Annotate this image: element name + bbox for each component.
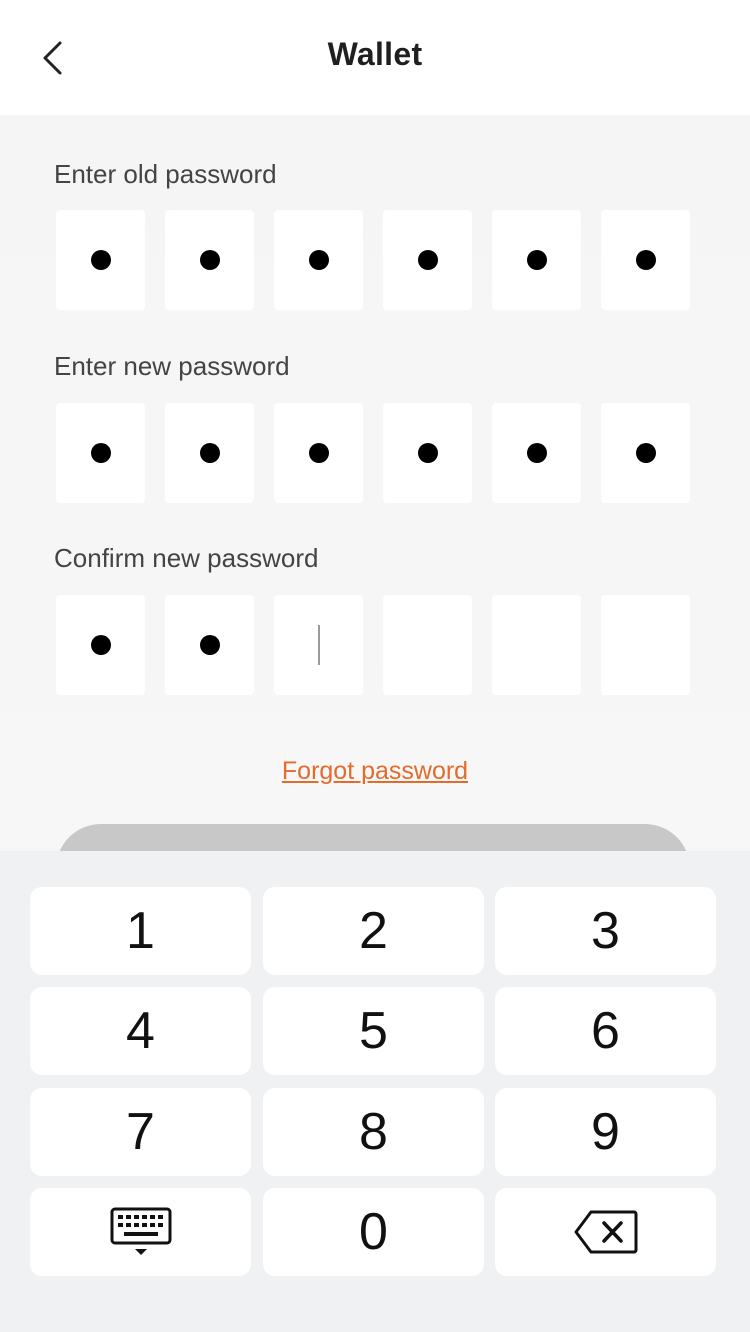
masked-digit-dot [90, 635, 111, 655]
key-6[interactable]: 6 [495, 987, 716, 1075]
new-password-label: Enter new password [54, 351, 290, 381]
text-cursor [317, 625, 320, 665]
hide-keyboard-button[interactable] [30, 1188, 251, 1276]
password-form: Enter old password Enter new password Co… [0, 115, 750, 914]
key-8[interactable]: 8 [263, 1088, 484, 1176]
key-7[interactable]: 7 [30, 1088, 251, 1176]
page-title: Wallet [327, 36, 423, 72]
confirm-password-input[interactable] [56, 595, 690, 695]
pin-digit-box[interactable] [274, 210, 363, 310]
pin-digit-box[interactable] [601, 403, 690, 503]
confirm-password-label: Confirm new password [54, 543, 319, 573]
key-2[interactable]: 2 [263, 887, 484, 975]
key-4[interactable]: 4 [30, 987, 251, 1075]
keyboard-hide-icon [110, 1207, 171, 1255]
pin-digit-box[interactable] [56, 403, 145, 503]
app-header: Wallet [0, 0, 750, 115]
backspace-icon [574, 1210, 637, 1254]
masked-digit-dot [635, 250, 656, 270]
key-1[interactable]: 1 [30, 887, 251, 975]
masked-digit-dot [308, 250, 329, 270]
masked-digit-dot [526, 250, 547, 270]
masked-digit-dot [635, 443, 656, 463]
masked-digit-dot [90, 250, 111, 270]
masked-digit-dot [417, 443, 438, 463]
forgot-password-container: Forgot password [0, 757, 750, 786]
key-5[interactable]: 5 [263, 987, 484, 1075]
pin-digit-box[interactable] [601, 595, 690, 695]
pin-digit-box[interactable] [383, 210, 472, 310]
key-9[interactable]: 9 [495, 1088, 716, 1176]
pin-digit-box[interactable] [56, 210, 145, 310]
delete-button[interactable] [495, 1188, 716, 1276]
pin-digit-box[interactable] [601, 210, 690, 310]
old-password-input[interactable] [56, 210, 690, 310]
masked-digit-dot [199, 250, 220, 270]
masked-digit-dot [199, 635, 220, 655]
pin-digit-box[interactable] [56, 595, 145, 695]
forgot-password-link[interactable]: Forgot password [282, 757, 468, 785]
numeric-keypad: 1 2 3 4 5 6 7 8 9 0 [0, 851, 750, 1332]
pin-digit-box[interactable] [492, 210, 581, 310]
masked-digit-dot [308, 443, 329, 463]
masked-digit-dot [90, 443, 111, 463]
pin-digit-box[interactable] [383, 403, 472, 503]
old-password-label: Enter old password [54, 159, 277, 189]
key-0[interactable]: 0 [263, 1188, 484, 1276]
pin-digit-box[interactable] [165, 595, 254, 695]
pin-digit-box[interactable] [274, 403, 363, 503]
new-password-input[interactable] [56, 403, 690, 503]
pin-digit-box[interactable] [492, 595, 581, 695]
key-3[interactable]: 3 [495, 887, 716, 975]
masked-digit-dot [199, 443, 220, 463]
pin-digit-box[interactable] [274, 595, 363, 695]
masked-digit-dot [417, 250, 438, 270]
pin-digit-box[interactable] [383, 595, 472, 695]
pin-digit-box[interactable] [165, 210, 254, 310]
pin-digit-box[interactable] [165, 403, 254, 503]
pin-digit-box[interactable] [492, 403, 581, 503]
masked-digit-dot [526, 443, 547, 463]
